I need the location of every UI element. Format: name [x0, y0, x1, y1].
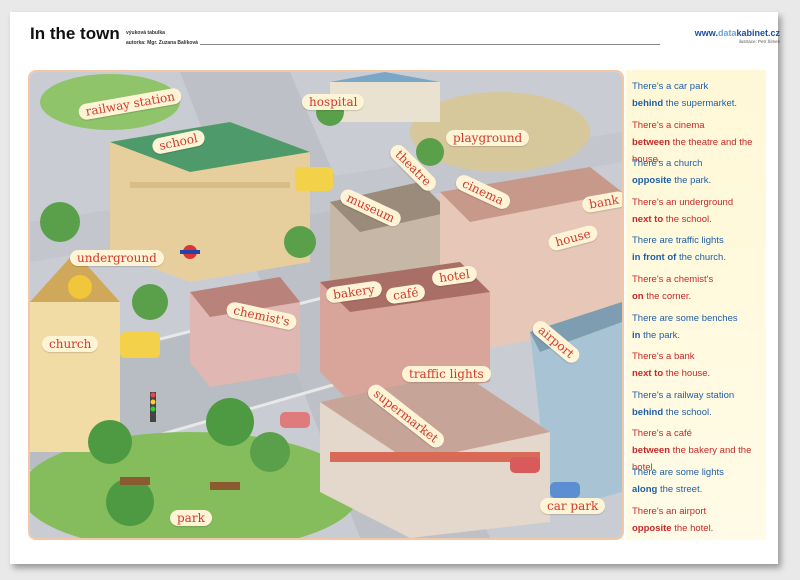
sentence-preposition: between: [632, 136, 671, 148]
sentence-text: There's a church: [632, 158, 703, 170]
sentence-preposition: between: [632, 445, 671, 457]
town-illustration: railway station hospital school playgrou…: [28, 70, 624, 540]
sentence-item: There's a car park behind the supermarket…: [632, 78, 766, 112]
sentence-item: There's a railway station behind the scho…: [632, 387, 766, 421]
label-car-park: car park: [540, 498, 606, 514]
sentence-preposition: in: [632, 329, 641, 341]
sentence-text: the street.: [659, 484, 703, 495]
sentence-text: There are traffic lights: [632, 235, 724, 247]
label-hospital: hospital: [302, 94, 365, 110]
sentence-item: There are traffic lights in front of the …: [632, 232, 766, 266]
page-title: In the town: [30, 24, 120, 43]
sentence-text: the church.: [678, 252, 726, 264]
sentence-preposition: along: [632, 484, 658, 495]
sentence-text: There are some lights: [632, 467, 724, 478]
header-rule: [200, 44, 660, 45]
sentence-text: There's an underground: [632, 196, 734, 208]
sentence-text: the park.: [643, 329, 681, 341]
subtitle-type: výuková tabulka: [126, 30, 165, 36]
sentence-item: There's an airport opposite the hotel.: [632, 503, 766, 537]
sentence-preposition: on: [632, 291, 644, 302]
sentence-text: the school.: [665, 213, 712, 225]
sentence-text: There are some benches: [632, 312, 738, 324]
sentence-text: There's an airport: [632, 505, 707, 517]
sentence-text: There's a café: [632, 428, 692, 440]
subtitle-author: autorka: Mgr. Zuzana Balíková: [126, 40, 198, 46]
sentence-item: There's a chemist's on the corner.: [632, 271, 766, 305]
sentence-text: There's a car park: [632, 81, 709, 92]
sentence-item: There's a bank next to the house.: [632, 348, 766, 382]
label-underground: underground: [70, 250, 164, 266]
label-playground: playground: [446, 130, 530, 146]
sentence-preposition: opposite: [632, 175, 672, 187]
sentence-preposition: behind: [632, 406, 664, 418]
sentence-text: the house.: [665, 368, 711, 380]
label-traffic-lights: traffic lights: [402, 366, 491, 382]
sentence-preposition: in front of: [632, 252, 677, 264]
sentence-item: There are some benches in the park.: [632, 310, 766, 344]
label-park: park: [170, 510, 212, 526]
sentence-preposition: behind: [632, 98, 664, 109]
sentence-text: the corner.: [646, 291, 692, 302]
brand-url: www.datakabinet.cz: [694, 28, 780, 38]
sentence-text: There's a railway station: [632, 389, 735, 401]
brand-logo: www.datakabinet.cz ilustrace: Petr Šimek: [695, 28, 780, 44]
town-map-drawing: [30, 72, 622, 538]
sentence-item: There are some lights along the street.: [632, 464, 766, 498]
sentence-text: the school.: [665, 406, 712, 418]
sentence-text: the park.: [674, 175, 712, 187]
sentence-text: There's a cinema: [632, 119, 705, 131]
sentence-text: the hotel.: [674, 522, 714, 534]
sentence-item: There's an underground next to the school…: [632, 194, 766, 228]
label-church: church: [42, 336, 99, 352]
sentence-preposition: opposite: [632, 522, 672, 534]
sentence-preposition: next to: [632, 213, 664, 225]
sentence-preposition: next to: [632, 368, 664, 380]
sentence-text: There's a chemist's: [632, 274, 714, 285]
brand-author: ilustrace: Petr Šimek: [738, 39, 780, 44]
sentence-text: the supermarket.: [665, 98, 738, 109]
sentence-text: There's a bank: [632, 351, 695, 363]
sentence-item: There's a church opposite the park.: [632, 155, 766, 189]
